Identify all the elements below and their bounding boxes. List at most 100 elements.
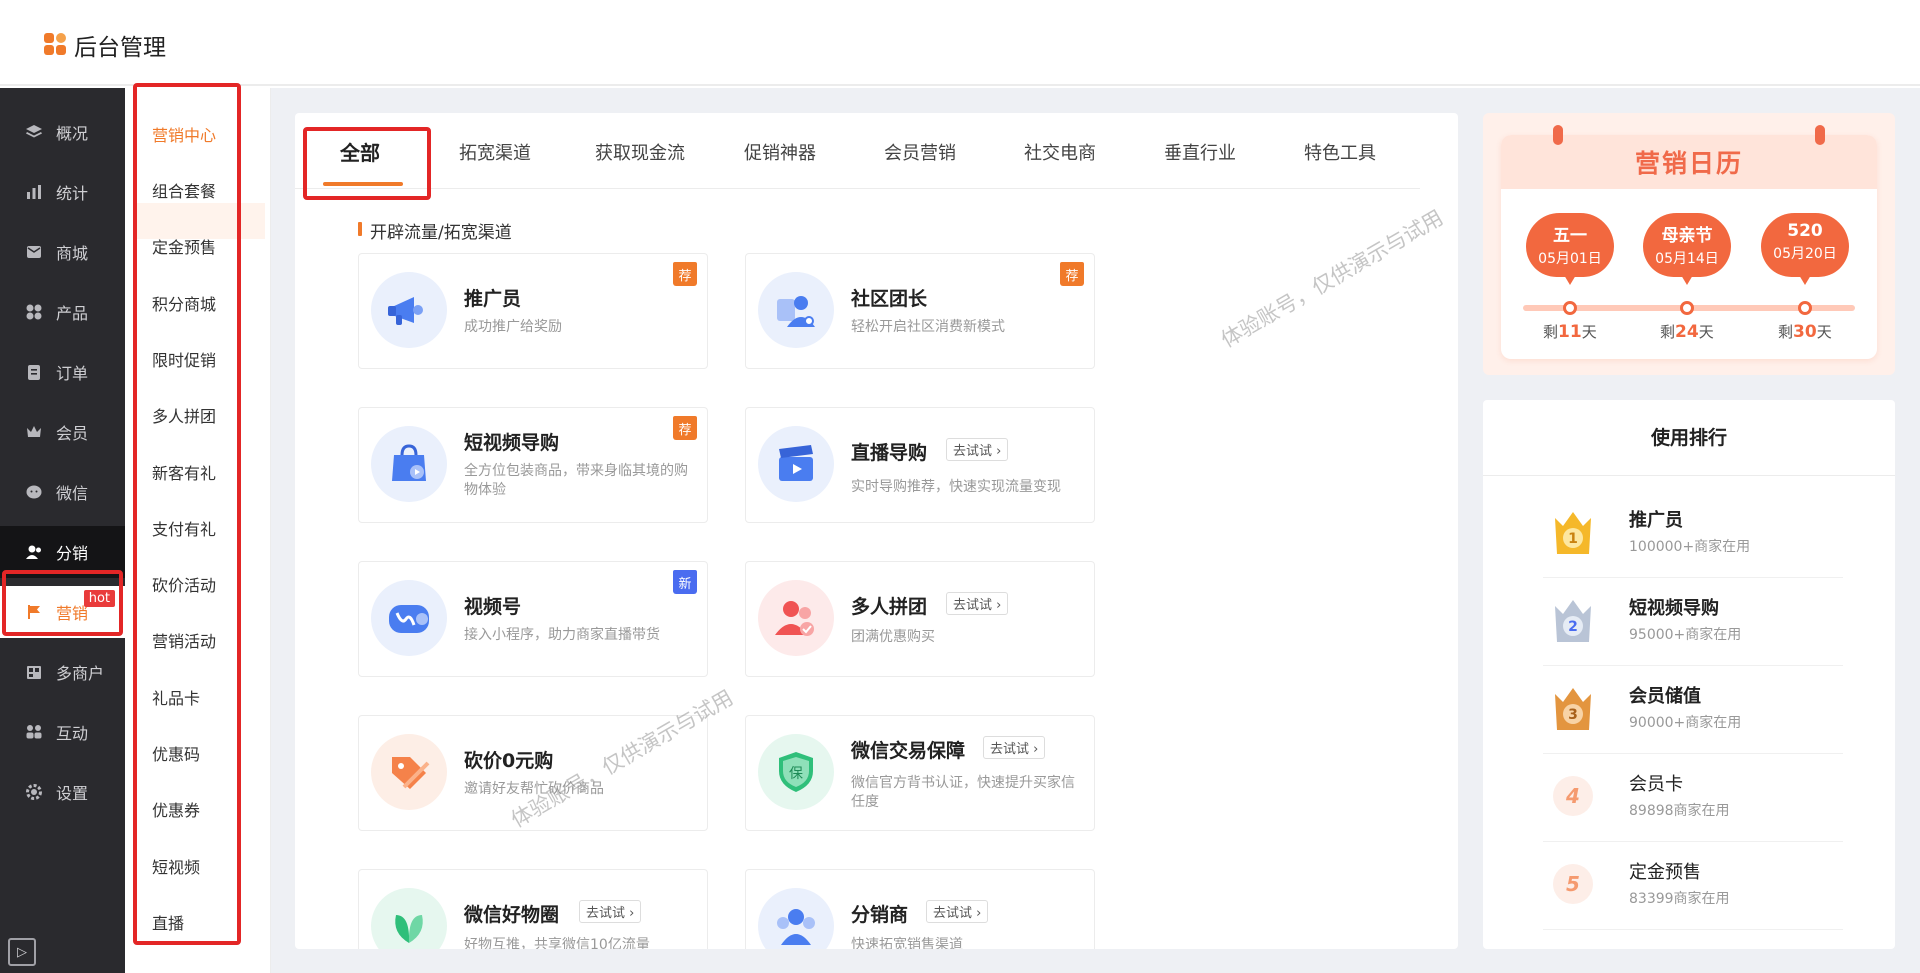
marketing-calendar: 营销日历 五一 05月01日 母亲节 05月14日 520 05月20日 剩11… xyxy=(1483,113,1895,375)
subnav-item-points-mall[interactable]: 积分商城 xyxy=(152,291,216,315)
holiday-bubble[interactable]: 520 05月20日 xyxy=(1761,213,1849,285)
nav-item-stats[interactable]: 统计 xyxy=(0,166,125,218)
card-title: 微信好物圈 xyxy=(464,904,560,926)
remain-suffix: 天 xyxy=(1698,323,1714,341)
subnav-item-bargain[interactable]: 砍价活动 xyxy=(152,572,216,596)
subnav-item-live[interactable]: 直播 xyxy=(152,910,184,934)
holiday-bubble[interactable]: 母亲节 05月14日 xyxy=(1643,213,1731,285)
nav-item-marketing[interactable]: 营销 hot xyxy=(0,586,125,638)
rank-number-badge: 4 xyxy=(1543,766,1603,826)
feature-card-video-channel[interactable]: 视频号 接入小程序，助力商家直播带货 新 xyxy=(358,561,708,677)
feature-card-distributor[interactable]: 分销商 去试试 › 快速拓宽销售渠道 xyxy=(745,869,1095,949)
community-leader-icon xyxy=(758,272,834,348)
feature-card-group-buy[interactable]: 多人拼团 去试试 › 团满优惠购买 xyxy=(745,561,1095,677)
ranking-item-usage: 83399商家在用 xyxy=(1629,891,1730,907)
clapper-icon xyxy=(758,426,834,502)
ranking-item[interactable]: 5 定金预售 83399商家在用 xyxy=(1543,842,1843,930)
subnav-item-gift-card[interactable]: 礼品卡 xyxy=(152,685,200,709)
ranking-item-usage: 100000+商家在用 xyxy=(1629,539,1751,555)
tab-special-tools[interactable]: 特色工具 xyxy=(1285,139,1395,165)
tab-vertical-industry[interactable]: 垂直行业 xyxy=(1145,139,1255,165)
feature-card-wechat-good-circle[interactable]: 微信好物圈 去试试 › 好物互推，共享微信10亿流量 xyxy=(358,869,708,949)
ranking-item-name: 定金预售 xyxy=(1629,862,1701,883)
remain-days: 30 xyxy=(1793,322,1817,342)
ranking-item[interactable]: 4 会员卡 89898商家在用 xyxy=(1543,754,1843,842)
try-it-button[interactable]: 去试试 › xyxy=(946,438,1009,461)
ranking-item[interactable]: 2 短视频导购 95000+商家在用 xyxy=(1543,578,1843,666)
try-it-label: 去试试 xyxy=(586,906,626,921)
nav-item-multi-merchant[interactable]: 多商户 xyxy=(0,646,125,698)
subnav-item-flash-sale[interactable]: 限时促销 xyxy=(152,347,216,371)
card-description: 微信官方背书认证，快速提升买家信任度 xyxy=(851,775,1075,810)
feature-card-promoter[interactable]: 推广员 成功推广给奖励 荐 xyxy=(358,253,708,369)
card-title: 推广员 xyxy=(464,288,522,310)
clipboard-icon xyxy=(24,362,44,382)
shopping-bag-icon xyxy=(371,426,447,502)
try-it-button[interactable]: 去试试 › xyxy=(926,900,989,923)
chart-icon xyxy=(24,182,44,202)
nav-item-wechat[interactable]: 微信 xyxy=(0,466,125,518)
subnav-item-new-customer[interactable]: 新客有礼 xyxy=(152,460,216,484)
subnav-item-coupon[interactable]: 优惠券 xyxy=(152,797,200,821)
card-title: 视频号 xyxy=(464,596,522,618)
nav-item-overview[interactable]: 概况 xyxy=(0,106,125,158)
price-tag-icon xyxy=(371,734,447,810)
nav-item-mall[interactable]: 商城 xyxy=(0,226,125,278)
nav-item-label: 互动 xyxy=(56,724,89,743)
feature-card-live-guide[interactable]: 直播导购 去试试 › 实时导购推荐，快速实现流量变现 xyxy=(745,407,1095,523)
silver-medal-icon: 2 xyxy=(1543,590,1603,650)
app-logo[interactable]: 后台管理 xyxy=(44,28,166,62)
tab-social-commerce[interactable]: 社交电商 xyxy=(1005,139,1115,165)
remain-days: 24 xyxy=(1675,322,1699,342)
ranking-item[interactable]: 3 会员储值 90000+商家在用 xyxy=(1543,666,1843,754)
nav-item-settings[interactable]: 设置 xyxy=(0,766,125,818)
subnav-item-short-video[interactable]: 短视频 xyxy=(152,854,200,878)
video-channel-icon xyxy=(371,580,447,656)
subnav-item-marketing-activity[interactable]: 营销活动 xyxy=(152,628,216,652)
try-it-button[interactable]: 去试试 › xyxy=(579,900,642,923)
nav-item-distribution[interactable]: 分销 xyxy=(0,526,125,578)
holiday-bubble[interactable]: 五一 05月01日 xyxy=(1526,213,1614,285)
rank-number: 2 xyxy=(1568,619,1578,635)
remain-suffix: 天 xyxy=(1816,323,1832,341)
nav-item-orders[interactable]: 订单 xyxy=(0,346,125,398)
subnav-item-combo[interactable]: 组合套餐 xyxy=(152,178,216,202)
ranking-item-name: 会员储值 xyxy=(1629,686,1701,707)
subnav-item-marketing-center[interactable]: 营销中心 xyxy=(152,122,216,146)
feature-card-wechat-protection[interactable]: 保 微信交易保障 去试试 › 微信官方背书认证，快速提升买家信任度 xyxy=(745,715,1095,831)
ranking-item-usage: 90000+商家在用 xyxy=(1629,715,1742,731)
holiday-date: 05月20日 xyxy=(1773,246,1837,262)
days-remaining: 剩30天 xyxy=(1778,321,1832,342)
pin-icon xyxy=(1815,125,1825,145)
ranking-item-name: 推广员 xyxy=(1629,510,1683,531)
tab-cash-flow[interactable]: 获取现金流 xyxy=(585,139,695,165)
card-description: 邀请好友帮忙砍价商品 xyxy=(464,781,604,797)
subnav-item-presale[interactable]: 定金预售 xyxy=(152,234,216,258)
nav-item-interaction[interactable]: 互动 xyxy=(0,706,125,758)
logo-icon xyxy=(44,33,68,57)
subnav-item-payment-gift[interactable]: 支付有礼 xyxy=(152,516,216,540)
subnav-item-promo-code[interactable]: 优惠码 xyxy=(152,741,200,765)
try-it-button[interactable]: 去试试 › xyxy=(983,736,1046,759)
feature-card-bargain[interactable]: 砍价0元购 邀请好友帮忙砍价商品 xyxy=(358,715,708,831)
nav-item-product[interactable]: 产品 xyxy=(0,286,125,338)
rank-number: 4 xyxy=(1553,776,1593,816)
remain-prefix: 剩 xyxy=(1543,323,1559,341)
try-it-button[interactable]: 去试试 › xyxy=(946,592,1009,615)
recommend-badge: 荐 xyxy=(673,262,697,286)
card-description: 好物互推，共享微信10亿流量 xyxy=(464,937,650,949)
tab-member-marketing[interactable]: 会员营销 xyxy=(865,139,975,165)
tab-promotion-tools[interactable]: 促销神器 xyxy=(725,139,835,165)
expand-icon[interactable]: ▷ xyxy=(8,938,36,966)
feature-card-short-video-guide[interactable]: 短视频导购 全方位包装商品，带来身临其境的购物体验 荐 xyxy=(358,407,708,523)
feature-card-community-leader[interactable]: 社区团长 轻松开启社区消费新模式 荐 xyxy=(745,253,1095,369)
marketing-center-panel: 全部 拓宽渠道 获取现金流 促销神器 会员营销 社交电商 垂直行业 特色工具 开… xyxy=(295,113,1458,949)
usage-ranking: 使用排行 1 推广员 100000+商家在用 2 短视频导购 95000+商家在… xyxy=(1483,400,1895,949)
group-icon xyxy=(24,722,44,742)
calendar-title: 营销日历 xyxy=(1634,149,1743,178)
tab-expand-channels[interactable]: 拓宽渠道 xyxy=(445,139,545,165)
tab-all[interactable]: 全部 xyxy=(325,137,395,166)
ranking-item[interactable]: 1 推广员 100000+商家在用 xyxy=(1543,490,1843,578)
nav-item-members[interactable]: 会员 xyxy=(0,406,125,458)
subnav-item-group-buy[interactable]: 多人拼团 xyxy=(152,403,216,427)
